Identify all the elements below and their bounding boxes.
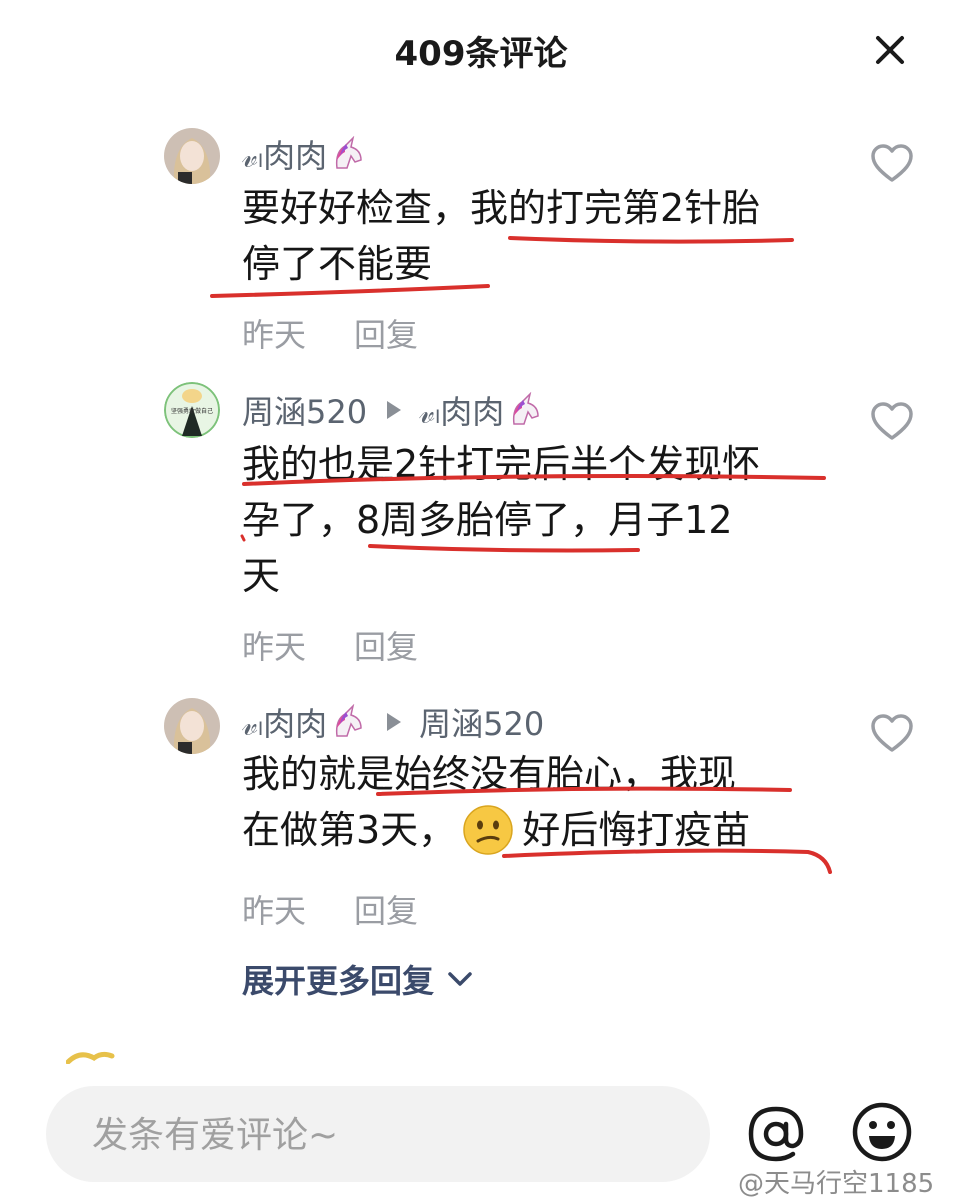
emoji-button[interactable] [850,1100,914,1164]
comment-line-with-emoji: 在做第3天， 好后悔打疫苗 [242,802,750,858]
reply-button[interactable]: 回复 [354,622,418,668]
reply-button[interactable]: 回复 [354,310,418,356]
comment-time: 昨天 [242,628,307,666]
like-button[interactable] [870,142,914,186]
like-button[interactable] [870,712,914,756]
comment-author[interactable]: 𝓋ₗ肉肉 [242,132,367,176]
avatar[interactable] [164,128,220,184]
comment-line: 好后悔打疫苗 [522,808,751,852]
comment-line: 我的就是始终没有胎心，我现 [242,752,737,796]
unicorn-icon [336,704,362,737]
reply-arrow-icon [387,713,402,731]
at-icon [748,1106,804,1162]
next-comment-avatar-partial [66,1051,115,1064]
author-name: 𝓋ₗ肉肉 [242,705,328,743]
comment-line: 我的也是2针打完后半个发现怀 [242,442,761,486]
heart-icon [871,714,913,752]
watermark: @天马行空1185 [738,1169,935,1199]
avatar[interactable] [164,698,220,754]
comment-input[interactable] [90,1108,674,1162]
author-name: 𝓋ₗ肉肉 [242,137,328,175]
avatar-caption: 坚强勇敢做自己 [171,407,213,415]
comment-author[interactable]: 𝓋ₗ肉肉 周涵520 [242,700,544,744]
reply-arrow-icon [387,401,402,419]
comment-author[interactable]: 周涵520 𝓋ₗ肉肉 [242,388,544,432]
close-icon [876,36,904,64]
unicorn-icon [513,392,539,425]
emoji-icon [852,1102,912,1162]
close-button[interactable] [868,28,912,72]
mention-button[interactable] [744,1102,808,1166]
reply-button[interactable]: 回复 [354,886,418,932]
reply-to-name: 周涵520 [419,705,545,743]
comment-text: 要好好检查，我的打完第2针胎 停了不能要 [242,180,760,292]
chevron-down-icon [448,972,472,986]
expand-replies-label: 展开更多回复 [242,962,435,1000]
reply-to-name: 𝓋ₗ肉肉 [419,393,505,431]
comment-input-bar [46,1086,710,1182]
confused-emoji-icon [463,805,513,855]
page-title: 409条评论 [394,34,568,74]
comment-text: 我的就是始终没有胎心，我现 在做第3天， 好后悔打疫苗 [242,746,750,858]
heart-icon [871,144,913,182]
comment-line: 在做第3天， [242,808,457,852]
comment-text: 我的也是2针打完后半个发现怀 孕了，8周多胎停了，月子12 天 [242,436,760,604]
comment-line: 停了不能要 [242,242,433,286]
expand-replies-button[interactable]: 展开更多回复 [242,956,474,1002]
comment-time: 昨天 [242,892,307,930]
like-button[interactable] [870,400,914,444]
comment-time: 昨天 [242,316,307,354]
comment-line: 要好好检查，我的打完第2针胎 [242,186,761,230]
avatar[interactable]: 坚强勇敢做自己 [164,382,220,438]
comment-line: 孕了，8周多胎停了，月子12 [242,498,733,542]
comment-line: 天 [242,554,281,598]
author-name: 周涵520 [242,393,368,431]
unicorn-icon [336,136,362,169]
heart-icon [871,402,913,440]
